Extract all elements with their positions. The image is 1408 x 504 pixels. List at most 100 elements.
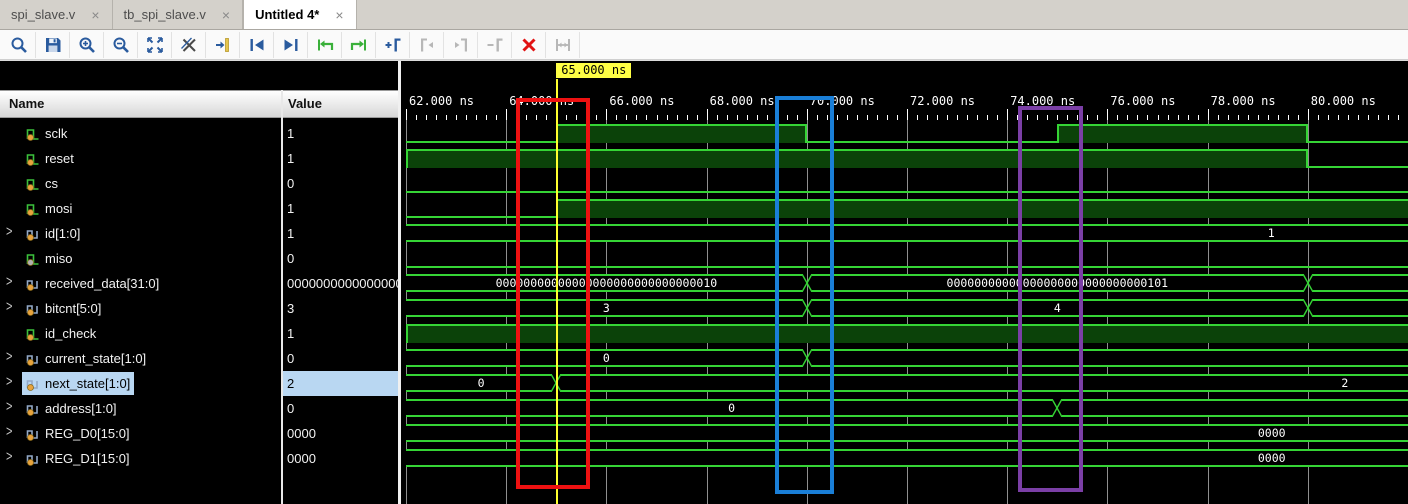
tab-close-icon[interactable]: × (222, 8, 230, 22)
tab-tb-spi-slave-v[interactable]: tb_spi_slave.v × (113, 0, 244, 29)
save-button[interactable] (36, 31, 70, 58)
expand-chevron-icon[interactable]: > (6, 449, 12, 465)
minor-tick (1267, 115, 1269, 120)
signal-name: cs (45, 176, 58, 191)
signal-row[interactable]: > received_data[31:0] 000000000000000000 (0, 271, 398, 296)
signal-row[interactable]: sclk 1 (0, 121, 398, 146)
expand-chevron-icon[interactable]: > (6, 224, 12, 240)
search-button[interactable] (2, 31, 36, 58)
tab-label: spi_slave.v (11, 7, 76, 22)
time-tick-label: 78.000 ns (1210, 94, 1276, 108)
next-edge-icon (281, 35, 301, 55)
signal-row[interactable]: miso 0 (0, 246, 398, 271)
tab-close-icon[interactable]: × (335, 8, 343, 22)
minor-tick (736, 115, 738, 120)
minor-tick (1377, 115, 1379, 120)
minor-tick (957, 115, 959, 120)
minor-tick (746, 115, 748, 120)
minor-tick (486, 115, 488, 120)
minor-tick (1237, 115, 1239, 120)
minor-tick (1357, 115, 1359, 120)
time-tick-label: 76.000 ns (1110, 94, 1176, 108)
signal-row[interactable]: cs 0 (0, 171, 398, 196)
bus-value-label: 3 (602, 301, 610, 315)
time-tick-label: 62.000 ns (409, 94, 475, 108)
waveform-panel[interactable]: 62.000 ns 64.000 ns 66.000 ns 68.000 ns 70.0… (401, 60, 1408, 504)
expand-chevron-icon[interactable]: > (6, 349, 12, 365)
fit-width-button (546, 31, 580, 58)
zoom-in-button[interactable] (70, 31, 104, 58)
bus-value-label: 0000 (1257, 451, 1286, 465)
name-column-header[interactable]: Name (9, 96, 44, 111)
signal-value: 0 (287, 176, 295, 191)
delete-button[interactable] (512, 31, 546, 58)
minor-tick (716, 115, 718, 120)
signal-value: 1 (287, 151, 295, 166)
swap-previous-button[interactable] (308, 31, 342, 58)
minor-tick (476, 115, 478, 120)
minor-tick (666, 115, 668, 120)
minor-tick (1217, 115, 1219, 120)
minor-tick (987, 115, 989, 120)
expand-chevron-icon[interactable]: > (6, 299, 12, 315)
bus-value-label: 0 (728, 401, 736, 415)
swap-next-icon (349, 35, 369, 55)
tab-untitled-4-[interactable]: Untitled 4* × (243, 0, 357, 29)
bus-value-label: 0 (602, 351, 610, 365)
signal-row[interactable]: > REG_D1[15:0] 0000 (0, 446, 398, 471)
minor-tick (896, 115, 898, 120)
expand-chevron-icon[interactable]: > (6, 274, 12, 290)
search-icon (9, 35, 29, 55)
signal-entry: REG_D1[15:0] (22, 447, 134, 470)
signal-value: 3 (287, 301, 295, 316)
signal-row[interactable]: > next_state[1:0] 2 (0, 371, 398, 396)
signal-row[interactable]: mosi 1 (0, 196, 398, 221)
goto-time-button[interactable] (206, 31, 240, 58)
swap-next-button[interactable] (342, 31, 376, 58)
bus-transition-icon (1302, 273, 1314, 297)
signal-row[interactable]: > address[1:0] 0 (0, 396, 398, 421)
cursor-time-label[interactable]: 65.000 ns (556, 63, 632, 78)
blue-highlight-box (775, 96, 834, 494)
signal-value: 1 (287, 201, 295, 216)
minor-tick (1387, 115, 1389, 120)
signal-row[interactable]: > bitcnt[5:0] 3 (0, 296, 398, 321)
minor-tick (756, 115, 758, 120)
signal-row[interactable]: > REG_D0[15:0] 0000 (0, 421, 398, 446)
name-value-column-divider[interactable] (281, 90, 283, 504)
time-tick-label: 80.000 ns (1310, 94, 1376, 108)
minor-tick (1157, 115, 1159, 120)
zoom-out-button[interactable] (104, 31, 138, 58)
signal-row[interactable]: reset 1 (0, 146, 398, 171)
minor-tick (1317, 115, 1319, 120)
signal-row[interactable]: > id[1:0] 1 (0, 221, 398, 246)
bus-signal-icon (26, 377, 40, 391)
tab-close-icon[interactable]: × (91, 8, 99, 22)
bus-value-label: 0000 (1257, 426, 1286, 440)
minor-tick (1277, 115, 1279, 120)
tab-spi-slave-v[interactable]: spi_slave.v × (0, 0, 113, 29)
crosshair-off-icon (179, 35, 199, 55)
expand-chevron-icon[interactable]: > (6, 399, 12, 415)
next-edge-button[interactable] (274, 31, 308, 58)
signal-row[interactable]: > current_state[1:0] 0 (0, 346, 398, 371)
remove-marker-icon (485, 35, 505, 55)
bus-transition-icon (1302, 298, 1314, 322)
major-tick (1307, 109, 1309, 120)
minor-tick (686, 115, 688, 120)
signal-row[interactable]: id_check 1 (0, 321, 398, 346)
expand-chevron-icon[interactable]: > (6, 424, 12, 440)
add-marker-button[interactable] (376, 31, 410, 58)
signal-entry: address[1:0] (22, 397, 121, 420)
zoom-fit-button[interactable] (138, 31, 172, 58)
signal-name: reset (45, 151, 74, 166)
minor-tick (416, 115, 418, 120)
signal-entry: mosi (22, 197, 76, 220)
expand-chevron-icon[interactable]: > (6, 374, 12, 390)
signal-value: 0000 (287, 451, 316, 466)
bus-segment (1312, 299, 1408, 317)
prev-edge-button[interactable] (240, 31, 274, 58)
bus-signal-icon (26, 427, 40, 441)
crosshair-off-button[interactable] (172, 31, 206, 58)
value-column-header[interactable]: Value (288, 96, 322, 111)
